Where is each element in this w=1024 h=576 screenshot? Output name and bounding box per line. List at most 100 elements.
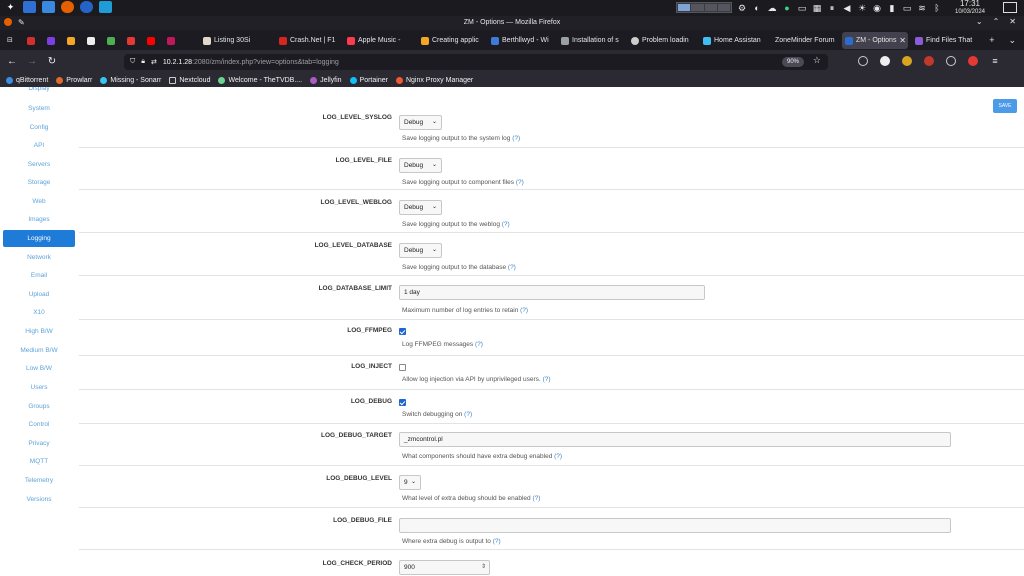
workspace-4[interactable] [717,4,730,11]
sidebar-item-groups[interactable]: Groups [3,398,75,415]
sidebar-item-storage[interactable]: Storage [3,174,75,191]
sidebar-item-versions[interactable]: Versions [3,491,75,508]
sidebar-item-network[interactable]: Network [3,249,75,266]
sidebar-item-medium-bw[interactable]: Medium B/W [3,342,75,359]
back-arrow-icon[interactable]: ← [6,56,18,68]
log-level-file-select[interactable]: Debug ⌄ [399,158,442,173]
help-link[interactable]: (?) [543,376,551,383]
menu-icon[interactable]: ≡ [990,56,1000,66]
account-icon[interactable] [880,56,890,66]
workspace-3[interactable] [704,4,717,11]
sidebar-item-system[interactable]: System [3,100,75,117]
pinned-tab-1[interactable] [24,32,40,49]
puzzle-icon[interactable] [946,56,956,66]
close-window-icon[interactable]: ✕ [1009,17,1016,26]
pinned-tab-7[interactable] [144,32,160,49]
help-link[interactable]: (?) [516,179,524,186]
tab[interactable]: Listing 30Si [200,32,272,49]
log-database-limit-input[interactable]: 1 day [399,285,705,300]
sidebar-item-web[interactable]: Web [3,193,75,210]
log-check-period-input[interactable]: 900 ⇕ [399,560,490,575]
bookmark[interactable]: Jellyfin [310,77,342,84]
help-link[interactable]: (?) [502,221,510,228]
wifi-icon[interactable]: ≋ [917,3,927,13]
display-icon[interactable]: ▭ [902,3,912,13]
workspace-1[interactable] [678,4,691,11]
address-bar[interactable]: ⛉ 🔒︎ ⇄ 10.2.1.28:2080/zm/index.php?view=… [124,54,828,70]
app-launcher-icon[interactable]: ✦ [4,1,17,13]
log-debug-level-select[interactable]: 9 ⌄ [399,475,421,490]
permissions-icon[interactable]: ⇄ [151,58,157,66]
bookmark[interactable]: Welcome - TheTVDB.... [218,77,302,84]
pinned-tab-3[interactable] [64,32,80,49]
help-link[interactable]: (?) [475,341,483,348]
help-link[interactable]: (?) [532,495,540,502]
log-ffmpeg-checkbox[interactable] [399,328,406,335]
sidebar-item-upload[interactable]: Upload [3,286,75,303]
sidebar-item-display[interactable]: Display [3,87,75,97]
log-debug-target-input[interactable]: _zmcontrol.pl [399,432,951,447]
sidebar-item-servers[interactable]: Servers [3,156,75,173]
pinned-tab-6[interactable] [124,32,140,49]
sidebar-item-logging[interactable]: Logging [3,230,75,247]
maximize-icon[interactable]: ⌃ [993,17,1000,26]
cloud-icon[interactable]: ☁ [767,3,777,13]
help-link[interactable]: (?) [508,264,516,271]
list-all-tabs-icon[interactable]: ⊟ [4,32,18,49]
tab-active[interactable]: ZM - Options ✕ [842,32,908,49]
shield-icon[interactable]: ⛉ [130,58,135,66]
sidebar-item-low-bw[interactable]: Low B/W [3,360,75,377]
update-icon[interactable]: ◐ [752,3,762,13]
minimize-icon[interactable]: ⌄ [976,17,983,26]
folder-icon[interactable] [42,1,55,13]
lock-icon[interactable]: 🔒︎ [141,58,145,66]
tab[interactable]: Installation of s [558,32,624,49]
log-level-database-select[interactable]: Debug ⌄ [399,243,442,258]
sidebar-item-users[interactable]: Users [3,379,75,396]
new-tab-icon[interactable]: + [989,32,994,48]
chromium-icon[interactable] [80,1,93,13]
extension-icon[interactable] [902,56,912,66]
pause-icon[interactable]: ⏸ [827,3,837,13]
reload-icon[interactable]: ↻ [46,56,58,68]
clock[interactable]: 17:31 10/03/2024 [946,0,994,16]
firefox-icon[interactable] [61,1,74,13]
tab[interactable]: ZoneMinder Forum [772,32,838,49]
sidebar-item-privacy[interactable]: Privacy [3,435,75,452]
log-debug-checkbox[interactable] [399,399,406,406]
tab[interactable]: Apple Music - [344,32,414,49]
help-link[interactable]: (?) [464,411,472,418]
tab[interactable]: Crash.Net | F1 [276,32,340,49]
vpn-icon[interactable]: ◉ [872,3,882,13]
pinned-tab-5[interactable] [104,32,120,49]
battery-icon[interactable]: ▮ [887,3,897,13]
brightness-icon[interactable]: ☀ [857,3,867,13]
bookmark[interactable]: Missing - Sonarr [100,77,161,84]
url-text[interactable]: 10.2.1.28:2080/zm/index.php?view=options… [163,59,339,66]
sync-icon[interactable]: ● [782,3,792,13]
zoom-level[interactable]: 90% [781,57,804,67]
sidebar-item-telemetry[interactable]: Telemetry [3,472,75,489]
bookmark[interactable]: Portainer [349,77,388,84]
bookmark-folder[interactable]: Nextcloud [169,77,210,84]
sidebar-item-images[interactable]: Images [3,211,75,228]
tab[interactable]: Berthllwyd - Wi [488,32,554,49]
bookmark[interactable]: Prowlarr [56,77,92,84]
pinned-tab-2[interactable] [44,32,60,49]
log-debug-file-input[interactable] [399,518,951,533]
volume-icon[interactable]: ◀ [842,3,852,13]
log-level-syslog-select[interactable]: Debug ⌄ [399,115,442,130]
close-tab-icon[interactable]: ✕ [899,32,906,49]
help-link[interactable]: (?) [520,307,528,314]
sidebar-item-control[interactable]: Control [3,416,75,433]
forward-arrow-icon[interactable]: → [26,56,38,68]
tab-list-chevron-icon[interactable]: ⌄ [1008,32,1016,48]
log-inject-checkbox[interactable] [399,364,406,371]
spinner-arrows-icon[interactable]: ⇕ [481,561,486,574]
file-manager-icon[interactable] [23,1,36,13]
show-desktop-button[interactable] [1003,2,1017,13]
tab[interactable]: Problem loadin [628,32,696,49]
sidebar-item-config[interactable]: Config [3,119,75,136]
sidebar-item-high-bw[interactable]: High B/W [3,323,75,340]
help-link[interactable]: (?) [493,538,501,545]
